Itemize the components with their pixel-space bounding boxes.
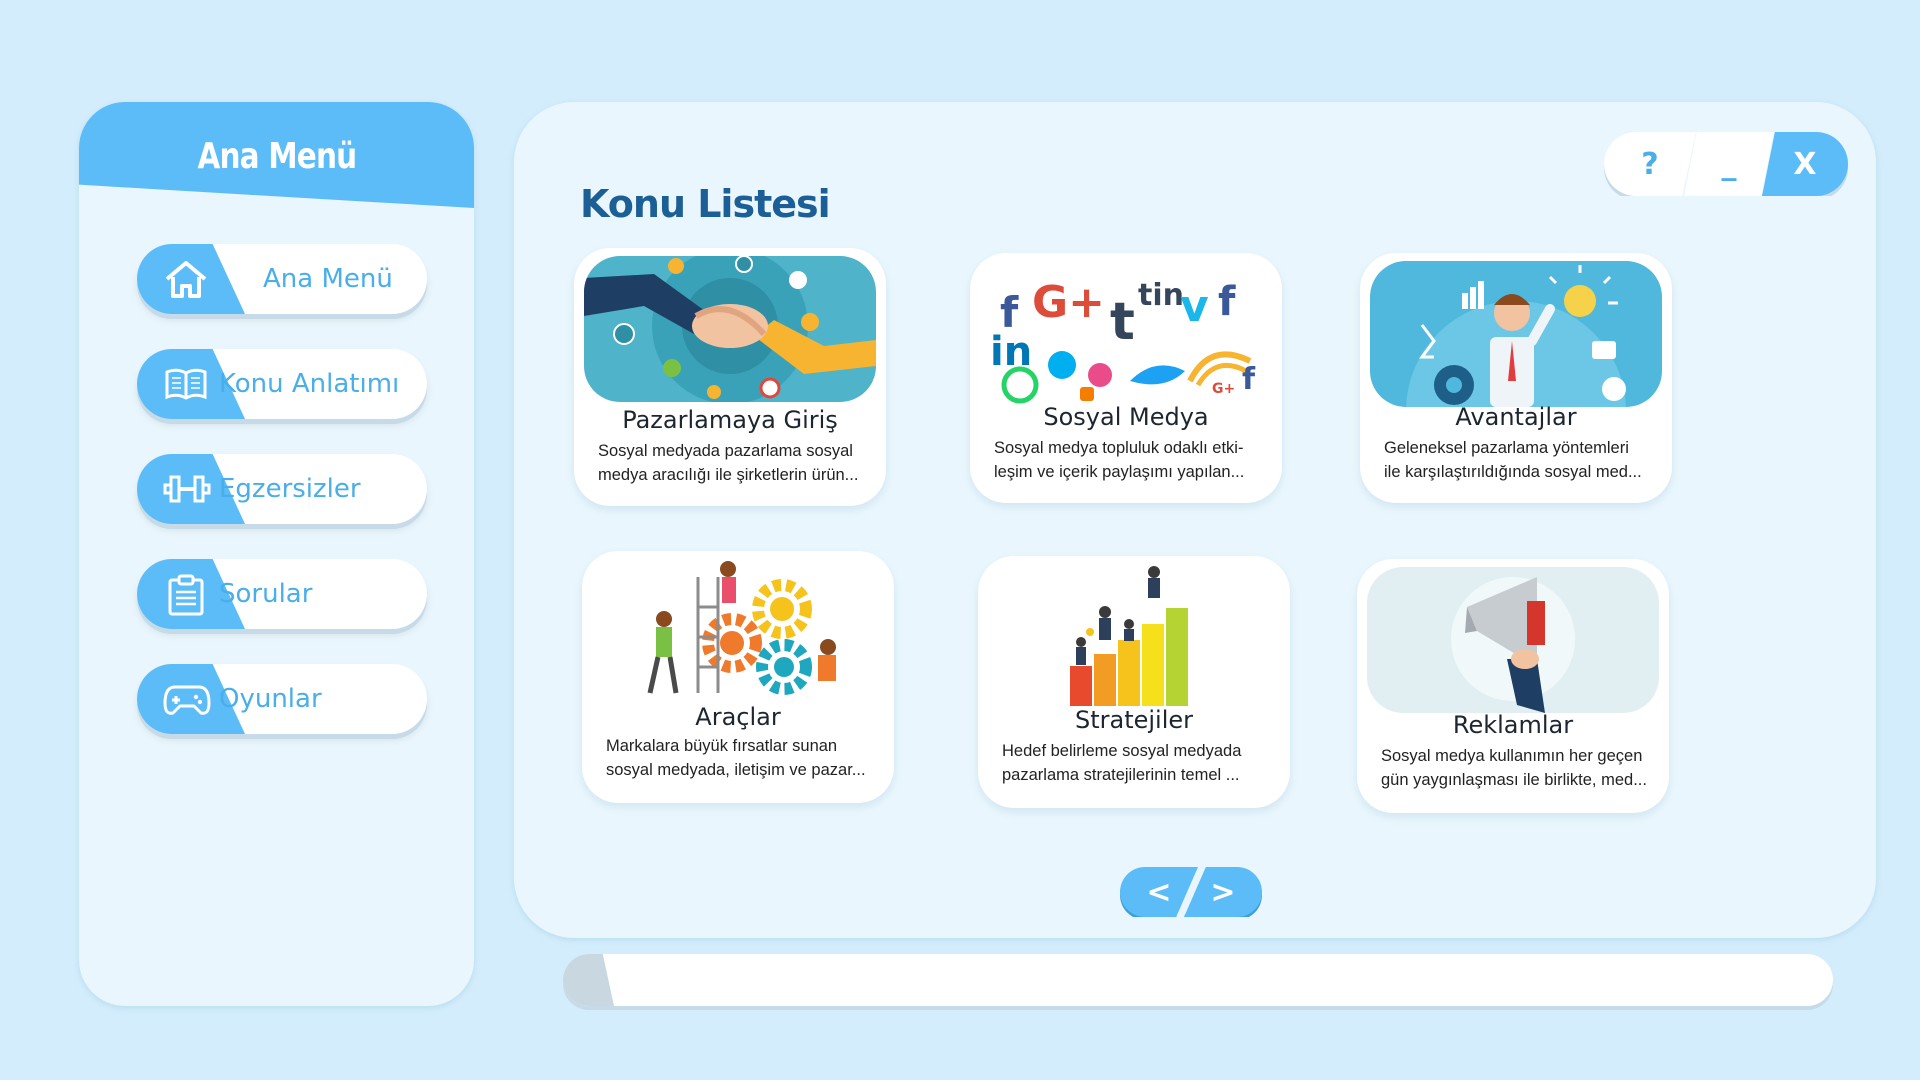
dumbbell-icon <box>163 475 211 503</box>
card-title: Araçlar <box>695 703 781 731</box>
window-controls: ? _ X <box>1604 132 1848 198</box>
card-title: Sosyal Medya <box>1043 403 1209 431</box>
help-button[interactable]: ? <box>1604 132 1696 196</box>
svg-text:t: t <box>1110 292 1135 352</box>
svg-text:f: f <box>1218 279 1236 325</box>
businessman-idea-illustration <box>1370 261 1662 407</box>
sidebar-item-egzersizler[interactable]: Egzersizler <box>137 454 427 524</box>
topic-card-araclar[interactable]: Araçlar Markalara büyük fırsatlar sunan … <box>582 551 894 803</box>
topic-card-sosyal-medya[interactable]: f G+ t tin v f in f G+ Sosyal Medya Sosy… <box>970 253 1282 503</box>
card-description: Hedef belirleme sosyal medyada pazarlama… <box>1002 742 1242 784</box>
gears-team-illustration <box>592 557 884 703</box>
next-page-button[interactable]: > <box>1184 867 1262 917</box>
sidebar-item-konu-anlatimi[interactable]: Konu Anlatımı <box>137 349 427 419</box>
growth-bars-illustration <box>988 562 1280 708</box>
social-logos-illustration: f G+ t tin v f in f G+ <box>980 261 1272 407</box>
card-title: Pazarlamaya Giriş <box>622 406 838 434</box>
gamepad-icon <box>163 685 211 715</box>
prev-page-button[interactable]: < <box>1120 867 1198 917</box>
svg-text:G+: G+ <box>1212 381 1235 397</box>
minimize-button[interactable]: _ <box>1684 132 1774 196</box>
book-icon <box>165 368 207 400</box>
card-title: Avantajlar <box>1455 403 1577 431</box>
svg-text:tin: tin <box>1138 278 1184 313</box>
sidebar-item-label: Egzersizler <box>219 474 361 504</box>
svg-text:f: f <box>1242 362 1256 397</box>
sidebar-item-oyunlar[interactable]: Oyunlar <box>137 664 427 734</box>
svg-text:G+: G+ <box>1032 277 1105 328</box>
card-title: Stratejiler <box>1074 706 1194 734</box>
card-title: Reklamlar <box>1452 711 1574 739</box>
topic-card-avantajlar[interactable]: Avantajlar Geleneksel pazarlama yöntemle… <box>1360 253 1672 503</box>
close-button[interactable]: X <box>1762 132 1848 196</box>
sidebar-item-ana-menu[interactable]: Ana Menü <box>137 244 427 314</box>
card-description: Sosyal medya topluluk odaklı etki- leşim… <box>994 439 1245 481</box>
sidebar-header: Ana Menü <box>79 102 474 208</box>
sidebar-item-label: Sorular <box>219 579 313 609</box>
handshake-illustration <box>584 256 876 402</box>
sidebar-item-sorular[interactable]: Sorular <box>137 559 427 629</box>
pagination: < > <box>1120 867 1262 919</box>
topic-card-reklamlar[interactable]: Reklamlar Sosyal medya kullanımın her ge… <box>1357 559 1669 813</box>
sidebar-item-label: Oyunlar <box>219 684 322 714</box>
home-icon <box>165 261 207 298</box>
progress-bar <box>563 954 1833 1006</box>
sidebar-item-label: Ana Menü <box>263 264 393 294</box>
card-description: Markalara büyük fırsatlar sunan sosyal m… <box>606 737 866 779</box>
progress-fill <box>563 954 614 1006</box>
topic-card-pazarlamaya-giris[interactable]: Pazarlamaya Giriş Sosyal medyada pazarla… <box>574 248 886 506</box>
sidebar-title: Ana Menü <box>197 136 357 177</box>
main-panel <box>514 102 1876 938</box>
card-description: Geleneksel pazarlama yöntemleri ile karş… <box>1384 439 1642 481</box>
sidebar-item-label: Konu Anlatımı <box>219 369 400 399</box>
card-description: Sosyal medyada pazarlama sosyal medya ar… <box>598 442 859 484</box>
topic-card-stratejiler[interactable]: Stratejiler Hedef belirleme sosyal medya… <box>978 556 1290 808</box>
megaphone-illustration <box>1367 567 1659 713</box>
card-description: Sosyal medya kullanımın her geçen gün ya… <box>1381 747 1647 789</box>
page-title: Konu Listesi <box>580 182 831 226</box>
sidebar: Ana Menü Ana Menü Konu Anlatımı Egzersiz… <box>79 102 474 1006</box>
clipboard-icon <box>168 574 204 616</box>
svg-text:v: v <box>1180 281 1209 332</box>
